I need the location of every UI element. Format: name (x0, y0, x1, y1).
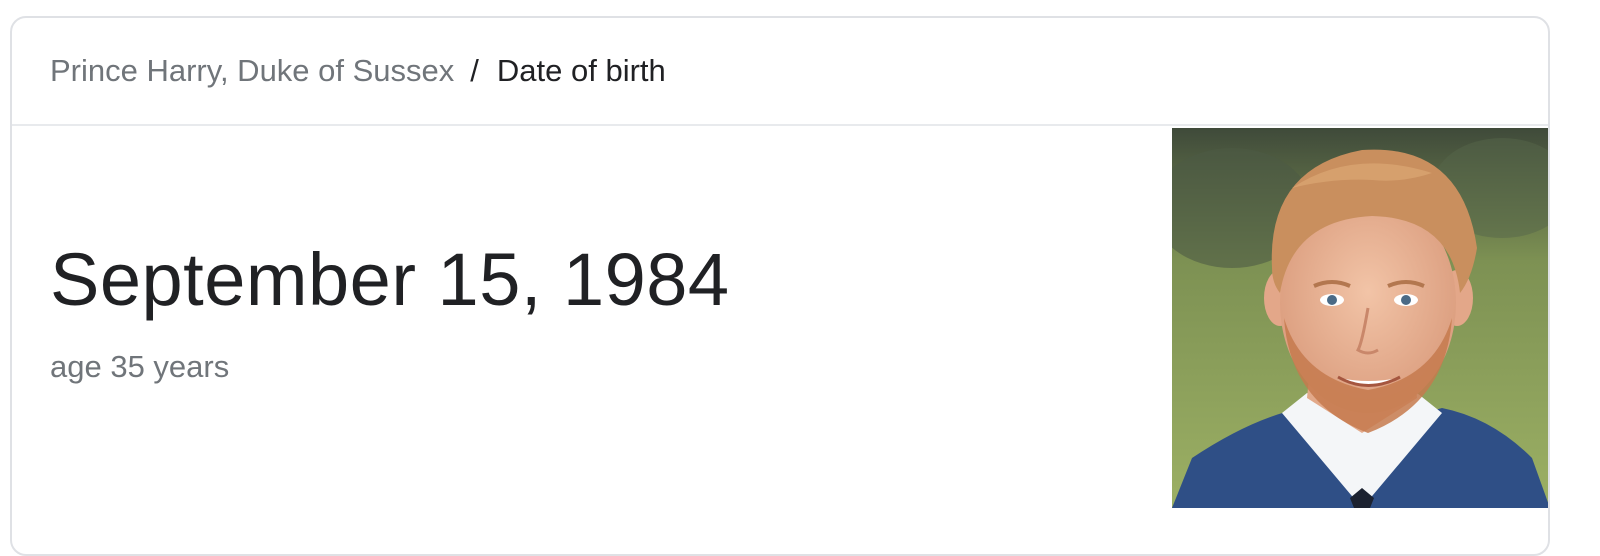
breadcrumb-entity-link[interactable]: Prince Harry, Duke of Sussex (50, 53, 454, 89)
knowledge-card: Prince Harry, Duke of Sussex / Date of b… (10, 16, 1550, 556)
breadcrumb: Prince Harry, Duke of Sussex / Date of b… (12, 18, 1548, 126)
breadcrumb-attribute: Date of birth (496, 53, 666, 88)
breadcrumb-separator: / (470, 53, 479, 88)
portrait-photo[interactable] (1172, 128, 1548, 508)
portrait-photo-icon (1172, 128, 1548, 508)
answer-value: September 15, 1984 (50, 238, 730, 321)
answer-subtitle: age 35 years (50, 349, 230, 384)
